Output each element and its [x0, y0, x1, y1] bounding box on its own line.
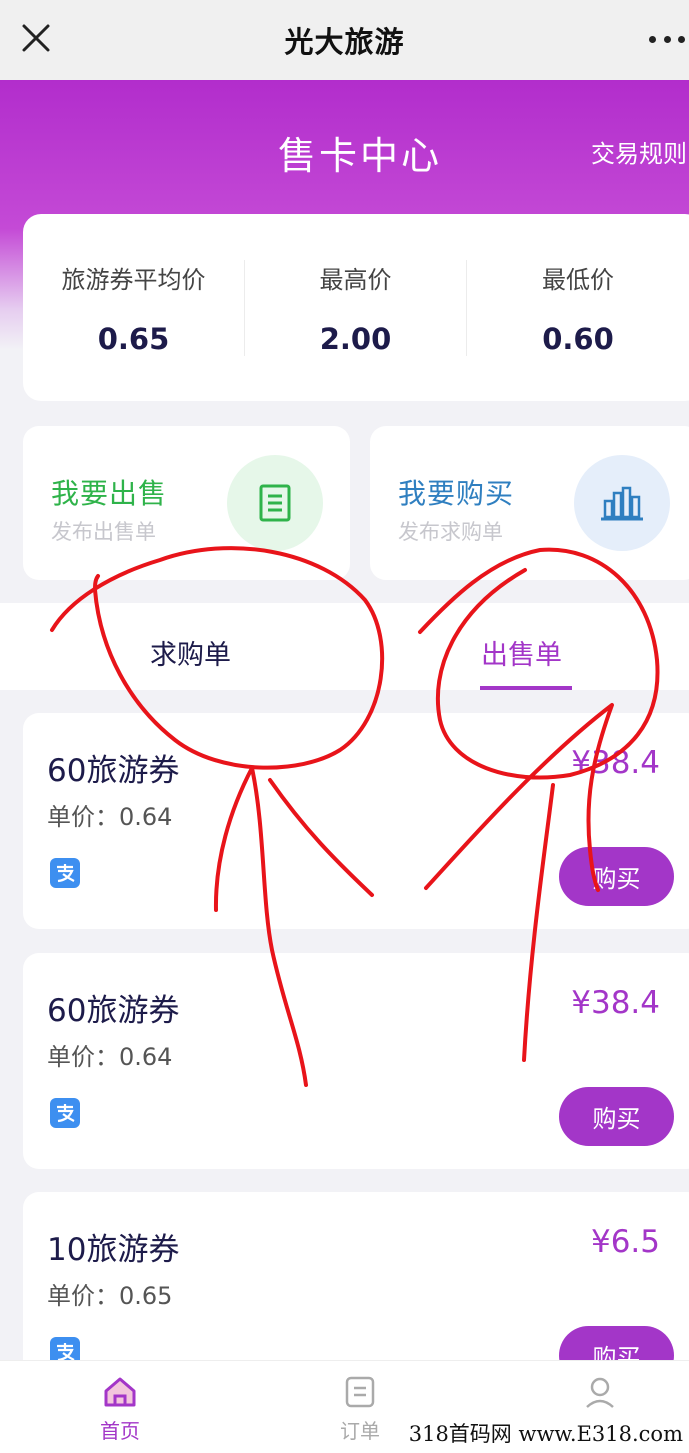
buy-action-subtitle: 发布求购单: [398, 520, 503, 544]
listing-unit-price: 单价：0.64: [47, 1043, 173, 1071]
stat-label: 最低价: [542, 265, 614, 294]
tab-sell-orders[interactable]: 出售单: [481, 633, 562, 672]
document-icon: [227, 455, 323, 551]
buy-action-title: 我要购买: [398, 477, 515, 510]
listing-unit-price: 单价：0.65: [47, 1282, 173, 1310]
alipay-icon: [50, 858, 80, 888]
profile-icon: [586, 1377, 614, 1408]
price-stats-card: 旅游券平均价 0.65 最高价 2.00 最低价 0.60: [23, 214, 689, 401]
tabbar-item-home[interactable]: 首页: [70, 1375, 170, 1444]
listing-name: 10旅游券: [47, 1232, 180, 1268]
stat-value: 0.60: [542, 321, 614, 356]
buy-button[interactable]: 购买: [559, 1087, 674, 1146]
stat-value: 2.00: [319, 321, 392, 356]
order-tabs: 求购单 出售单: [0, 603, 689, 690]
sell-action-subtitle: 发布出售单: [51, 520, 156, 544]
stat-lowest: 最低价 0.60: [467, 260, 689, 356]
buy-button[interactable]: 购买: [559, 847, 674, 906]
tab-buy-orders[interactable]: 求购单: [150, 633, 231, 672]
listing-price: ¥38.4: [571, 745, 660, 781]
order-icon: [345, 1376, 375, 1408]
close-icon[interactable]: [18, 20, 54, 56]
listing-card: 60旅游券 单价：0.64 ¥38.4 购买: [23, 713, 689, 929]
stat-highest: 最高价 2.00: [245, 259, 467, 356]
trade-rules-link[interactable]: 交易规则: [591, 134, 687, 169]
page-title: 售卡中心: [277, 134, 442, 178]
sell-action-title: 我要出售: [51, 477, 168, 510]
top-nav-bar: 光大旅游: [0, 0, 689, 80]
sell-action-card[interactable]: 我要出售 发布出售单: [23, 426, 350, 580]
listing-price: ¥6.5: [590, 1224, 660, 1260]
bar-chart-icon: [574, 455, 670, 551]
home-icon: [104, 1377, 136, 1407]
listing-unit-price: 单价：0.64: [47, 803, 173, 831]
tabbar-label: 首页: [100, 1419, 140, 1443]
stat-average: 旅游券平均价 0.65: [23, 259, 245, 356]
stat-value: 0.65: [97, 321, 170, 356]
tabbar-label: 订单: [340, 1419, 380, 1443]
more-icon[interactable]: [649, 24, 685, 54]
alipay-icon: [50, 1098, 80, 1128]
stat-label: 旅游券平均价: [61, 265, 206, 294]
watermark: 318首码网 www.E318.com: [398, 1413, 689, 1453]
nav-title: 光大旅游: [284, 25, 405, 59]
listing-card: 60旅游券 单价：0.64 ¥38.4 购买: [23, 953, 689, 1169]
listing-name: 60旅游券: [47, 993, 180, 1029]
listing-name: 60旅游券: [47, 753, 180, 789]
tabbar-item-orders[interactable]: 订单: [310, 1375, 410, 1444]
active-tab-indicator: [480, 686, 572, 690]
listing-price: ¥38.4: [571, 985, 660, 1021]
buy-action-card[interactable]: 我要购买 发布求购单: [370, 426, 689, 580]
stat-label: 最高价: [319, 265, 392, 294]
